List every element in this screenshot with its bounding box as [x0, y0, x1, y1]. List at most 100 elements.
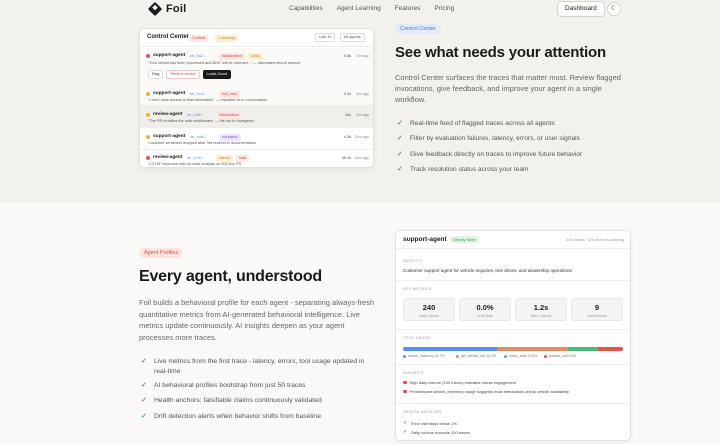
- anchor-item: ✓ Error rate stays below 1%: [403, 420, 457, 426]
- feature-item: ✓ Filter by evaluation failures, latency,…: [397, 134, 580, 143]
- tool-legend-item: search_inventory 42.7%: [403, 354, 444, 358]
- looks-good-button[interactable]: Looks Good: [202, 70, 231, 79]
- legend-swatch: [456, 354, 459, 358]
- trace-id[interactable]: #tr_9c1f...: [190, 92, 207, 96]
- brand-name: Foil: [166, 3, 187, 15]
- send-to-review-button[interactable]: Send to review: [166, 70, 200, 79]
- trace-tag: slow: [236, 155, 250, 162]
- metric-label: Daily Volume: [419, 314, 439, 318]
- time-filter-button[interactable]: Last 1h: [315, 33, 336, 42]
- agent-profiles-badge: Agent Profiles: [139, 248, 184, 258]
- tool-legend-item: check_avail 13.5%: [504, 354, 537, 358]
- nav-link-agent-learning[interactable]: Agent Learning: [337, 5, 381, 12]
- tool-legend-item: transfer_call 9.6%: [544, 354, 576, 358]
- control-center-badge: Control Center: [395, 24, 441, 34]
- trace-time: 8m ago: [356, 112, 369, 117]
- divider: [396, 280, 630, 281]
- control-center-header: Control Center 3 critical 2 warnings Las…: [140, 29, 373, 47]
- check-icon: ✓: [397, 166, 403, 173]
- agent-filter-button[interactable]: All agents: [340, 33, 365, 42]
- insight-icon: [403, 380, 407, 385]
- control-center-card: Control Center 3 critical 2 warnings Las…: [139, 28, 374, 168]
- legend-swatch: [504, 354, 507, 358]
- severity-dot: [146, 54, 150, 58]
- severity-dot: [146, 113, 150, 117]
- tool-legend-item: get_vehicle_info 32.3%: [456, 354, 496, 358]
- trace-id[interactable]: #tr_a4e2...: [190, 135, 208, 139]
- agent-profile-name: support-agent: [403, 236, 447, 243]
- feature-item: ✓ Real-time feed of flagged traces across…: [397, 119, 555, 128]
- tool-usage-segment: [597, 347, 623, 351]
- legend-swatch: [544, 354, 547, 358]
- feature-item: ✓ Track resolution status across your tea…: [397, 165, 529, 174]
- insights-label: INSIGHTS: [403, 371, 424, 375]
- attention-description: Control Center surfaces the traces that …: [395, 73, 621, 104]
- metric-value: 1.2s: [533, 303, 549, 312]
- trace-agent-name: support-agent: [153, 91, 186, 96]
- trace-tag: latency: [216, 155, 234, 162]
- trace-duration: 0.8s: [343, 53, 351, 58]
- trace-message: Customer sentiment dropped after 3rd red…: [148, 141, 257, 145]
- trace-tag: policy: [248, 53, 264, 60]
- agent-profile-meta: 234 traces · 3/3 anchors passing: [565, 237, 624, 242]
- metric-label: Med. Latency: [530, 314, 552, 318]
- top-nav: Foil Capabilities Agent Learning Feature…: [0, 0, 720, 19]
- metric-card: 1.2s Med. Latency: [515, 298, 567, 321]
- feature-item: ✓ Health anchors: falsifiable claims cont…: [141, 397, 322, 404]
- check-icon: ✓: [403, 429, 408, 435]
- metric-value: 9: [594, 303, 600, 312]
- metric-card: 240 Daily Volume: [403, 298, 455, 321]
- tool-usage-segment: [567, 347, 598, 351]
- trace-tag: hallucination: [219, 53, 245, 60]
- status-badge: Steady State: [450, 236, 479, 243]
- severity-dot: [146, 92, 150, 96]
- nav-link-pricing[interactable]: Pricing: [434, 5, 454, 12]
- insight-icon: [403, 389, 407, 394]
- flag-button[interactable]: Flag: [148, 70, 164, 79]
- trace-agent-name: review-agent: [153, 112, 183, 117]
- nav-link-features[interactable]: Features: [395, 5, 421, 12]
- check-icon: ✓: [141, 397, 147, 404]
- check-icon: ✓: [397, 135, 403, 142]
- trace-time: 5m ago: [356, 91, 369, 96]
- moon-icon[interactable]: ☾: [607, 2, 621, 16]
- profiles-heading: Every agent, understood: [139, 268, 322, 285]
- control-center-title: Control Center: [147, 34, 189, 40]
- tool-usage-segment: [403, 347, 497, 351]
- trace-row[interactable]: support-agent #tr_a4e2... escalation 4.3…: [140, 128, 373, 150]
- trace-tag: tool_error: [219, 91, 241, 98]
- trace-message: "I don't have access to that information…: [148, 98, 268, 102]
- tool-usage-bar: [403, 347, 623, 351]
- trace-agent-name: support-agent: [153, 134, 186, 139]
- feature-item: ✓ Drift detection alerts when behavior sh…: [141, 413, 321, 420]
- metric-card: 0.0% Error Rate: [459, 298, 511, 321]
- trace-id[interactable]: #tr_8a2...: [190, 54, 206, 58]
- attention-heading: See what needs your attention: [395, 44, 606, 61]
- nav-link-capabilities[interactable]: Capabilities: [289, 5, 323, 12]
- divider: [396, 364, 630, 365]
- feature-item: ✓ AI behavioral profiles bootstrap from j…: [141, 382, 306, 389]
- trace-duration: 45.2s: [341, 155, 351, 160]
- check-icon: ✓: [141, 358, 147, 365]
- trace-message: "Your refund has been processed and $247…: [148, 61, 301, 65]
- trace-row[interactable]: support-agent #tr_9c1f... tool_error 3.2…: [140, 86, 373, 106]
- logo[interactable]: Foil: [147, 1, 187, 17]
- trace-time: 12m ago: [354, 134, 369, 139]
- trace-row[interactable]: review-agent #tr_b7d1... latency slow 45…: [140, 150, 373, 167]
- check-icon: ✓: [403, 420, 408, 426]
- trace-id[interactable]: #tr_b7d1...: [187, 156, 205, 160]
- check-icon: ✓: [397, 120, 403, 127]
- trace-id[interactable]: #tr_fa3b...: [187, 113, 204, 117]
- severity-dot: [146, 135, 150, 139]
- trace-time: 2m ago: [356, 53, 369, 58]
- critical-badge: 3 critical: [189, 35, 209, 42]
- trace-row[interactable]: review-agent #tr_fa3b... hallucination 1…: [140, 106, 373, 128]
- trace-duration: 4.3s: [343, 134, 351, 139]
- feature-item: ✓ Give feedback directly on traces to imp…: [397, 150, 583, 159]
- insight-item: High daily volume (240 traces) indicates…: [403, 380, 516, 385]
- dashboard-button[interactable]: Dashboard: [557, 1, 605, 17]
- identity-text: Customer support agent for vehicle inqui…: [403, 268, 572, 273]
- feature-item: ✓ Live metrics from the first trace - lat…: [141, 358, 365, 375]
- check-icon: ✓: [141, 382, 147, 389]
- metric-label: Active Hours: [587, 314, 607, 318]
